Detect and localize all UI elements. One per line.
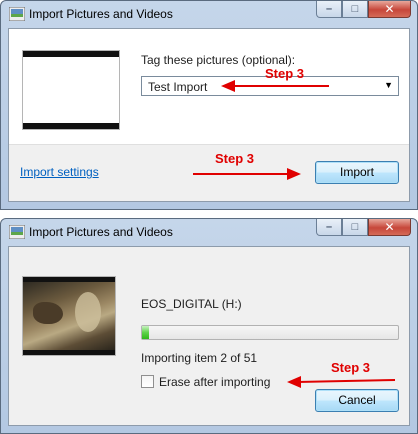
window-title: Import Pictures and Videos <box>29 225 173 239</box>
tag-value: Test Import <box>148 80 208 94</box>
step-annotation-button: Step 3 <box>215 151 255 166</box>
maximize-button[interactable]: □ <box>342 1 368 18</box>
chevron-down-icon[interactable]: ▼ <box>384 80 393 90</box>
minimize-icon: – <box>325 3 333 15</box>
close-button[interactable]: ✕ <box>368 1 411 18</box>
title-bar[interactable]: Import Pictures and Videos – □ ✕ <box>1 1 417 28</box>
tag-label: Tag these pictures (optional): <box>141 53 296 67</box>
maximize-button[interactable]: □ <box>342 219 368 236</box>
maximize-icon: □ <box>351 3 359 15</box>
cancel-button[interactable]: Cancel <box>315 389 399 412</box>
minimize-button[interactable]: – <box>316 219 342 236</box>
close-icon: ✕ <box>384 220 395 234</box>
step-annotation-checkbox: Step 3 <box>331 360 371 375</box>
import-button[interactable]: Import <box>315 161 399 184</box>
import-settings-link[interactable]: Import settings <box>20 165 99 179</box>
dialog-footer: Import settings Step 3 Import <box>9 144 409 201</box>
progress-fill <box>142 326 149 339</box>
minimize-icon: – <box>325 221 333 233</box>
app-icon <box>8 224 26 240</box>
photo-thumbnail <box>23 277 115 355</box>
import-progress-dialog: Import Pictures and Videos – □ ✕ EOS_DIG… <box>0 218 418 434</box>
erase-checkbox[interactable] <box>141 375 154 388</box>
close-icon: ✕ <box>384 2 395 16</box>
title-bar[interactable]: Import Pictures and Videos – □ ✕ <box>1 219 417 246</box>
import-dialog: Import Pictures and Videos – □ ✕ Tag the… <box>0 0 418 210</box>
step-annotation-combo: Step 3 <box>265 66 305 81</box>
device-name: EOS_DIGITAL (H:) <box>141 297 242 311</box>
annotation-arrow-left <box>287 375 397 389</box>
status-text: Importing item 2 of 51 <box>141 351 258 365</box>
preview-thumbnail <box>23 51 119 129</box>
annotation-arrow-left <box>221 79 331 93</box>
import-progress-bar <box>141 325 399 340</box>
minimize-button[interactable]: – <box>316 1 342 18</box>
dialog-body: EOS_DIGITAL (H:) Importing item 2 of 51 … <box>8 246 410 426</box>
app-icon <box>8 6 26 22</box>
window-title: Import Pictures and Videos <box>29 7 173 21</box>
annotation-arrow-right <box>191 167 301 181</box>
dialog-body: Tag these pictures (optional): Test Impo… <box>8 28 410 202</box>
maximize-icon: □ <box>351 221 359 233</box>
close-button[interactable]: ✕ <box>368 219 411 236</box>
erase-label[interactable]: Erase after importing <box>159 375 270 389</box>
